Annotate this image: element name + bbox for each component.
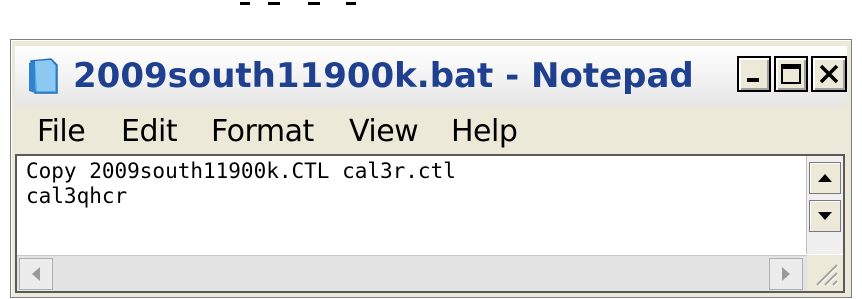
scroll-left-button[interactable]: [19, 258, 53, 290]
cropped-text-fragment-glyphs: [240, 2, 356, 5]
resize-grip[interactable]: [807, 255, 843, 291]
minimize-button[interactable]: [737, 56, 771, 92]
arrow-up-icon: [818, 174, 832, 182]
notepad-window: 2009south11900k.bat - Notepad File Edit …: [10, 39, 852, 298]
title-bar[interactable]: 2009south11900k.bat - Notepad: [15, 46, 847, 106]
arrow-left-icon: [32, 267, 40, 281]
editor-line: cal3qhcr: [26, 184, 128, 208]
scroll-up-button[interactable]: [809, 162, 841, 194]
text-editor[interactable]: Copy 2009south11900k.CTL cal3r.ctl cal3qh…: [15, 154, 845, 293]
maximize-button[interactable]: [774, 56, 808, 92]
horizontal-scrollbar[interactable]: [17, 255, 807, 291]
menu-bar: File Edit Format View Help: [15, 106, 847, 156]
editor-text[interactable]: Copy 2009south11900k.CTL cal3r.ctl cal3qh…: [26, 159, 456, 209]
window-title: 2009south11900k.bat - Notepad: [73, 56, 694, 96]
menu-format[interactable]: Format: [211, 112, 314, 152]
close-button[interactable]: [811, 56, 847, 92]
notepad-icon: [29, 58, 58, 94]
close-icon: [819, 64, 839, 84]
arrow-right-icon: [782, 267, 790, 281]
menu-help[interactable]: Help: [451, 112, 518, 152]
editor-line: Copy 2009south11900k.CTL cal3r.ctl: [26, 159, 456, 183]
cropped-text-fragment: [238, 0, 368, 6]
scroll-right-button[interactable]: [769, 258, 803, 290]
menu-file[interactable]: File: [37, 112, 86, 152]
minimize-icon: [747, 78, 759, 82]
scroll-down-button[interactable]: [809, 200, 841, 232]
menu-view[interactable]: View: [349, 112, 419, 152]
arrow-down-icon: [818, 212, 832, 220]
maximize-icon: [781, 64, 801, 84]
menu-edit[interactable]: Edit: [121, 112, 178, 152]
vertical-scrollbar[interactable]: [806, 156, 843, 254]
resize-grip-icon: [816, 264, 839, 287]
